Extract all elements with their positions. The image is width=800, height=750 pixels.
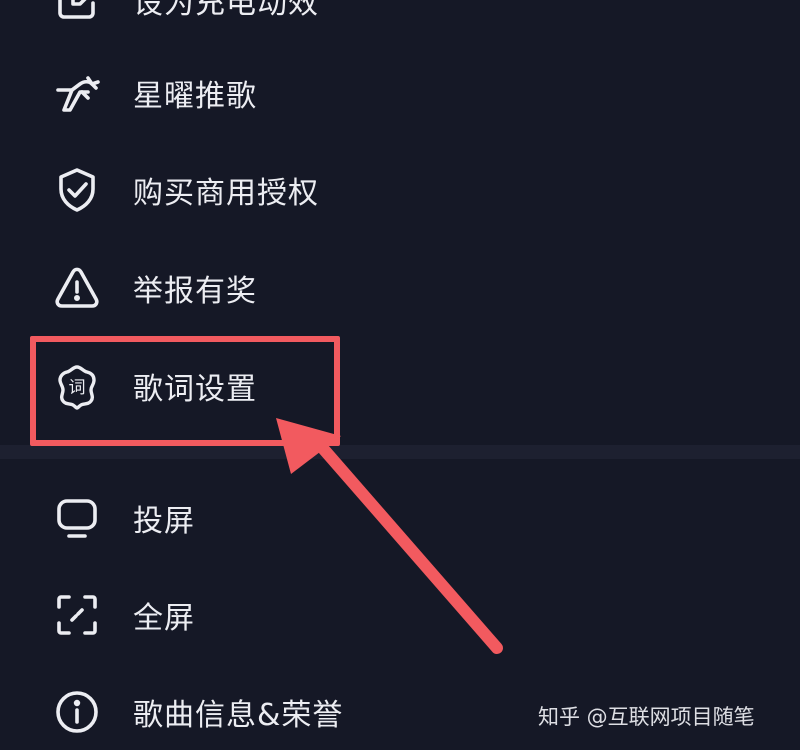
menu-item-report-reward[interactable]: 举报有奖 — [0, 240, 800, 336]
menu-panel: 设为充电动效 星曜推歌 购买商用授权 举报有奖 词 歌词设置 投屏 全屏 歌曲信… — [0, 0, 800, 750]
menu-item-label: 歌曲信息&荣誉 — [133, 698, 344, 733]
menu-item-charging-animation[interactable]: 设为充电动效 — [0, 0, 800, 48]
menu-item-star-recommend[interactable]: 星曜推歌 — [0, 45, 800, 141]
menu-item-label: 投屏 — [133, 504, 195, 539]
edit-square-icon — [52, 0, 102, 25]
menu-item-buy-commercial-license[interactable]: 购买商用授权 — [0, 142, 800, 238]
watermark: 知乎 @互联网项目随笔 — [538, 705, 755, 729]
running-rocket-icon — [52, 68, 102, 118]
warning-triangle-icon — [52, 263, 102, 313]
fullscreen-icon — [52, 590, 102, 640]
menu-item-label: 全屏 — [133, 601, 195, 636]
highlight-box — [30, 336, 340, 446]
cast-screen-icon — [52, 493, 102, 543]
menu-item-cast-screen[interactable]: 投屏 — [0, 470, 800, 566]
menu-item-fullscreen[interactable]: 全屏 — [0, 567, 800, 663]
menu-item-label: 星曜推歌 — [133, 79, 257, 114]
section-divider — [0, 445, 800, 459]
menu-item-label: 设为充电动效 — [133, 0, 319, 21]
menu-item-label: 购买商用授权 — [133, 176, 319, 211]
menu-item-label: 举报有奖 — [133, 274, 257, 309]
shield-check-icon — [52, 165, 102, 215]
info-circle-icon — [52, 687, 102, 737]
